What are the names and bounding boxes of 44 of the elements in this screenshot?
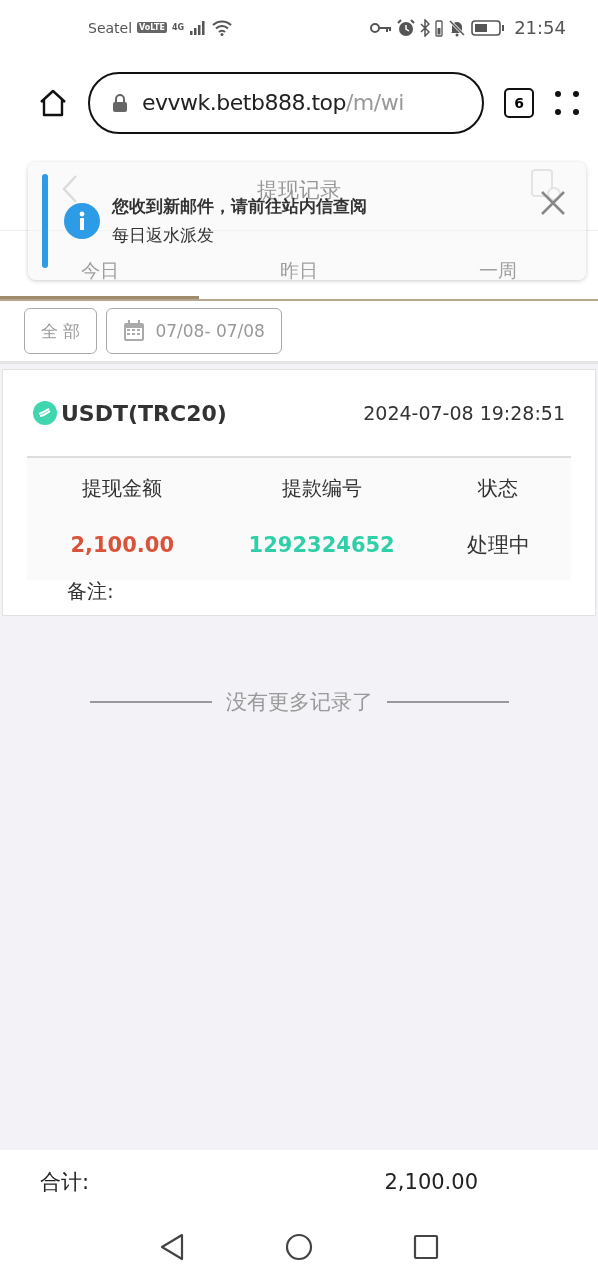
recents-nav-icon[interactable]	[413, 1234, 439, 1260]
back-nav-icon[interactable]	[159, 1233, 185, 1261]
home-nav-icon[interactable]	[285, 1233, 313, 1261]
info-icon	[64, 203, 100, 239]
currency-name: USDT(TRC20)	[61, 400, 227, 426]
total-label: 合计:	[40, 1169, 90, 1196]
key-icon	[370, 21, 393, 34]
period-tab[interactable]: 昨日	[199, 259, 399, 299]
battery-small-icon	[435, 18, 444, 37]
all-filter-button[interactable]: 全 部	[24, 308, 98, 354]
tab-count-button[interactable]: 6	[504, 87, 534, 118]
column-header: 提款编号	[280, 474, 363, 502]
wifi-icon	[212, 19, 233, 36]
battery-icon	[471, 19, 506, 36]
column-header: 状态	[477, 474, 520, 502]
status-value: 处理中	[465, 532, 531, 559]
carrier-name: Seatel	[88, 19, 133, 36]
calendar-icon	[123, 320, 146, 342]
more-menu-icon[interactable]	[554, 89, 580, 116]
remark-label: 备注:	[66, 578, 115, 605]
period-tab[interactable]: 今日	[0, 259, 200, 299]
signal-icon	[189, 20, 208, 35]
usdt-icon	[33, 401, 57, 425]
clock-time: 21:54	[514, 17, 566, 38]
record-time: 2024-07-08 19:28:51	[363, 402, 565, 424]
order-number: 1292324652	[247, 532, 396, 559]
url-text: evvwk.betb888.top/m/wi	[142, 90, 404, 115]
bluetooth-icon	[420, 18, 431, 37]
end-of-list-text: 没有更多记录了	[225, 689, 373, 716]
document-icon[interactable]	[528, 168, 562, 202]
notification-message: 每日返水派发	[112, 224, 215, 247]
home-icon[interactable]	[38, 88, 68, 117]
column-header: 提现金额	[81, 474, 164, 502]
date-range-button[interactable]: 07/08- 07/08	[106, 308, 282, 354]
volte-badge: VoLTE	[137, 22, 168, 33]
amount-value: 2,100.00	[69, 532, 175, 559]
close-icon[interactable]	[540, 190, 566, 216]
network-type: 4G	[172, 23, 185, 32]
lock-icon	[112, 92, 128, 113]
total-value: 2,100.00	[384, 1170, 478, 1194]
address-bar[interactable]: evvwk.betb888.top/m/wi	[88, 71, 484, 134]
muted-bell-icon	[448, 18, 467, 37]
alarm-icon	[397, 18, 416, 37]
period-tab[interactable]: 一周	[398, 259, 598, 299]
